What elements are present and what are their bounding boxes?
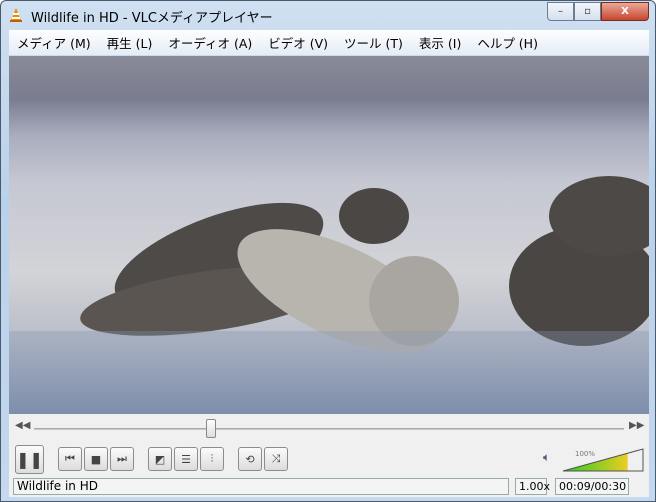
playlist-icon: ☰ [181, 452, 191, 466]
shuffle-icon: ⤨ [271, 452, 281, 465]
speaker-icon[interactable]: 🔈︎ [543, 450, 550, 465]
menu-view[interactable]: 表示 (I) [411, 33, 469, 52]
pause-button[interactable]: ❚❚ [15, 445, 44, 474]
vlc-window: Wildlife in HD - VLCメディアプレイヤー – ▫ X メディア… [0, 0, 656, 502]
control-panel: ◀◀ ▶▶ ❚❚ ⏮ ■ ⏭ ◩ ☰ ⫶ ⟲ ⤨ 🔈︎ 100% [9, 414, 649, 478]
minimize-button[interactable]: – [547, 2, 574, 21]
seek-handle[interactable] [206, 419, 216, 438]
extended-settings-button[interactable]: ⫶ [200, 447, 224, 471]
window-title: Wildlife in HD - VLCメディアプレイヤー [31, 11, 273, 26]
title-bar: Wildlife in HD - VLCメディアプレイヤー – ▫ X [1, 1, 655, 29]
previous-icon: ⏮ [65, 452, 75, 465]
fullscreen-button[interactable]: ◩ [148, 447, 172, 471]
stop-button[interactable]: ■ [84, 447, 108, 471]
previous-button[interactable]: ⏮ [58, 447, 82, 471]
maximize-button[interactable]: ▫ [574, 2, 601, 21]
equalizer-icon: ⫶ [210, 452, 214, 465]
slower-icon[interactable]: ◀◀ [15, 420, 30, 431]
seek-bar[interactable] [34, 428, 624, 430]
menu-help[interactable]: ヘルプ (H) [469, 33, 546, 52]
menu-audio[interactable]: オーディオ (A) [160, 33, 260, 52]
next-icon: ⏭ [117, 452, 127, 465]
playback-speed[interactable]: 1.00x [515, 478, 550, 495]
status-title: Wildlife in HD [13, 478, 509, 495]
faster-icon[interactable]: ▶▶ [629, 420, 644, 431]
shuffle-button[interactable]: ⤨ [264, 447, 288, 471]
video-display[interactable] [9, 56, 649, 414]
playlist-button[interactable]: ☰ [174, 447, 198, 471]
menu-bar: メディア (M) 再生 (L) オーディオ (A) ビデオ (V) ツール (T… [9, 30, 649, 55]
close-button[interactable]: X [601, 2, 649, 21]
video-frame [9, 176, 649, 414]
menu-video[interactable]: ビデオ (V) [260, 33, 336, 52]
time-display[interactable]: 00:09/00:30 [555, 478, 629, 495]
pause-icon: ❚❚ [16, 450, 43, 469]
menu-media[interactable]: メディア (M) [9, 33, 99, 52]
vlc-cone-icon [10, 8, 22, 22]
menu-playback[interactable]: 再生 (L) [99, 33, 161, 52]
loop-button[interactable]: ⟲ [238, 447, 262, 471]
volume-slider[interactable] [562, 448, 644, 472]
loop-icon: ⟲ [245, 452, 255, 466]
next-button[interactable]: ⏭ [110, 447, 134, 471]
stop-icon: ■ [90, 452, 102, 466]
fullscreen-icon: ◩ [154, 452, 166, 466]
menu-tools[interactable]: ツール (T) [336, 33, 411, 52]
